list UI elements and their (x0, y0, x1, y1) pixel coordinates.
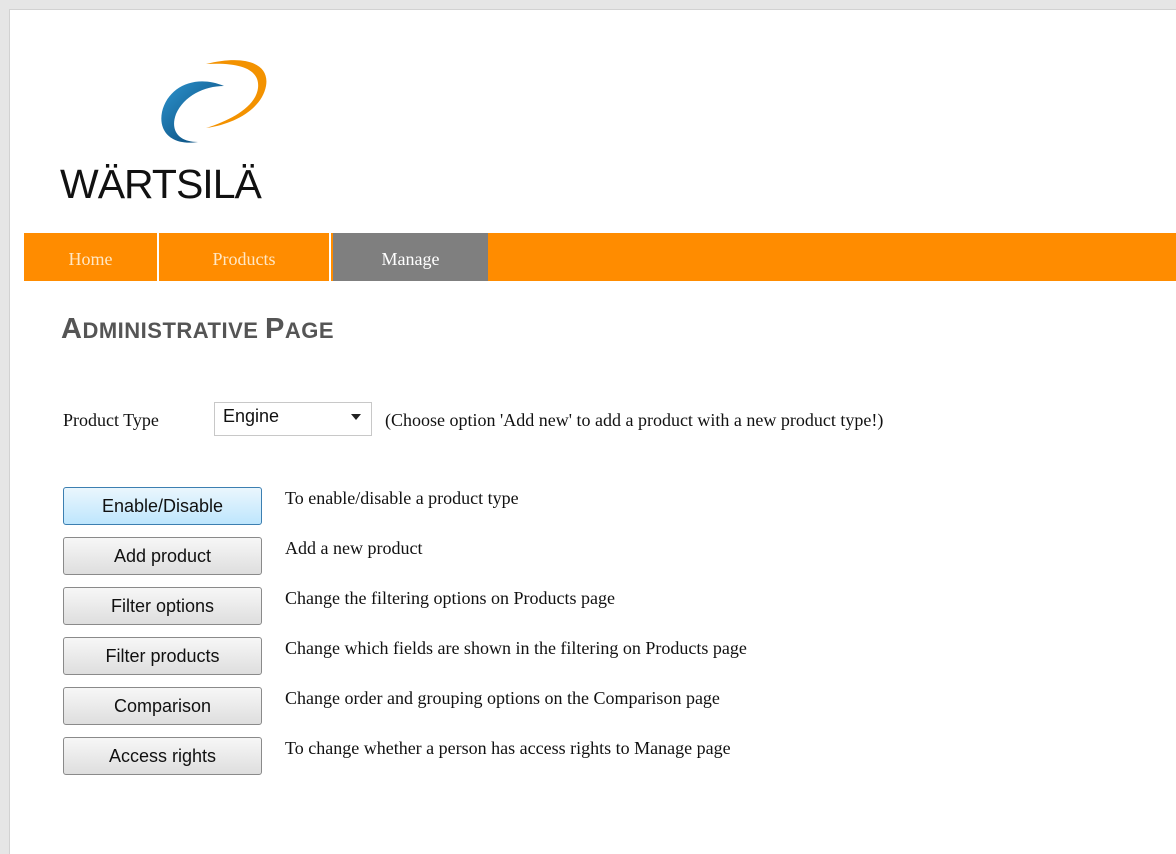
action-description: To change whether a person has access ri… (285, 738, 731, 758)
access-rights-button[interactable]: Access rights (63, 737, 262, 775)
filter-products-button[interactable]: Filter products (63, 637, 262, 675)
product-type-label: Product Type (63, 410, 159, 430)
nav-tab-home[interactable]: Home (24, 233, 157, 281)
action-row: Access rights To change whether a person… (63, 737, 1063, 777)
nav-separator (329, 233, 331, 281)
action-description: Add a new product (285, 538, 423, 558)
action-row: Filter products Change which fields are … (63, 637, 1063, 677)
enable-disable-button[interactable]: Enable/Disable (63, 487, 262, 525)
wartsila-logo[interactable]: WÄRTSILÄ (46, 46, 306, 216)
product-type-select[interactable]: Engine (214, 402, 372, 436)
page-title: ADMINISTRATIVE PAGE (61, 313, 335, 345)
nav-tab-products[interactable]: Products (159, 233, 329, 281)
chevron-down-icon (351, 414, 361, 420)
action-row: Filter options Change the filtering opti… (63, 587, 1063, 627)
action-description: To enable/disable a product type (285, 488, 519, 508)
product-type-hint: (Choose option 'Add new' to add a produc… (385, 410, 884, 430)
logo-swoosh-icon (161, 60, 267, 143)
nav-tab-manage[interactable]: Manage (333, 233, 488, 281)
filter-options-button[interactable]: Filter options (63, 587, 262, 625)
logo-wordmark: WÄRTSILÄ (60, 161, 262, 207)
page-container: WÄRTSILÄ Home Products Manage ADMINISTRA… (9, 9, 1176, 854)
product-type-selected-value: Engine (223, 406, 280, 426)
add-product-button[interactable]: Add product (63, 537, 262, 575)
action-description: Change the filtering options on Products… (285, 588, 615, 608)
comparison-button[interactable]: Comparison (63, 687, 262, 725)
main-nav: Home Products Manage (24, 233, 1176, 281)
action-row: Add product Add a new product (63, 537, 1063, 577)
action-description: Change which fields are shown in the fil… (285, 638, 747, 658)
action-row: Comparison Change order and grouping opt… (63, 687, 1063, 727)
action-row: Enable/Disable To enable/disable a produ… (63, 487, 1063, 527)
action-description: Change order and grouping options on the… (285, 688, 720, 708)
